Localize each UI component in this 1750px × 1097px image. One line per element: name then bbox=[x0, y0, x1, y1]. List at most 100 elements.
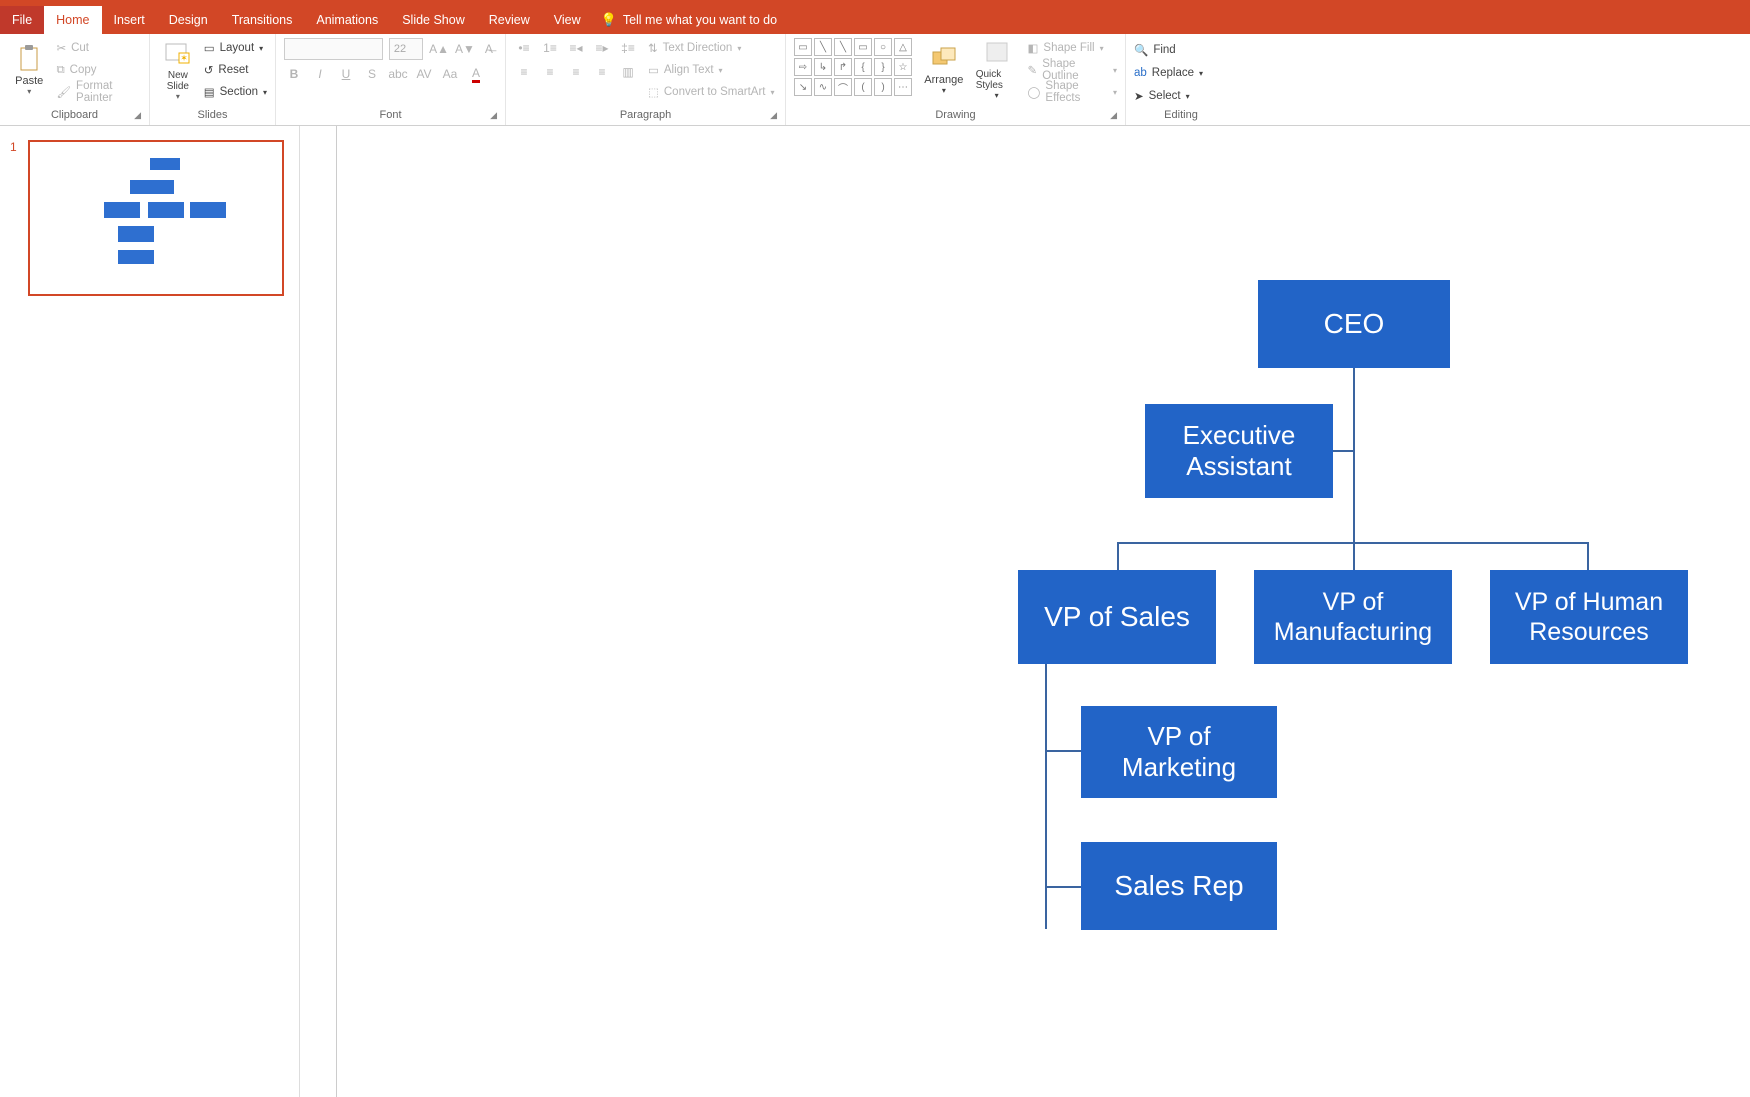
shape-gallery[interactable]: ▭╲╲▭○△ ⇨↳↱{}☆ ↘∿⌒()⋯ bbox=[794, 38, 912, 96]
italic-button[interactable]: I bbox=[310, 64, 330, 84]
convert-smartart-button[interactable]: ⬚Convert to SmartArt▾ bbox=[648, 82, 775, 102]
shape-connector-icon[interactable]: ↘ bbox=[794, 78, 812, 96]
shape-line-icon[interactable]: ╲ bbox=[834, 38, 852, 56]
tell-me-search[interactable]: 💡 Tell me what you want to do bbox=[601, 6, 777, 34]
shape-oval-icon[interactable]: ○ bbox=[874, 38, 892, 56]
node-sales-rep[interactable]: Sales Rep bbox=[1081, 842, 1277, 930]
font-family-combo[interactable] bbox=[284, 38, 383, 60]
shape-line-icon[interactable]: ╲ bbox=[814, 38, 832, 56]
tab-home[interactable]: Home bbox=[44, 6, 101, 34]
shape-fill-button[interactable]: ◧Shape Fill▾ bbox=[1028, 38, 1117, 58]
shape-rect-icon[interactable]: ▭ bbox=[854, 38, 872, 56]
node-executive-assistant[interactable]: Executive Assistant bbox=[1145, 404, 1333, 498]
section-icon: ▤ bbox=[204, 85, 215, 99]
dialog-launcher-icon[interactable]: ◢ bbox=[1110, 110, 1117, 121]
decrease-indent-button[interactable]: ≡◂ bbox=[566, 38, 586, 58]
tab-transitions[interactable]: Transitions bbox=[220, 6, 305, 34]
quick-styles-button[interactable]: Quick Styles▾ bbox=[976, 38, 1018, 100]
node-vp-marketing[interactable]: VP of Marketing bbox=[1081, 706, 1277, 798]
node-vp-sales[interactable]: VP of Sales bbox=[1018, 570, 1216, 664]
change-case-button[interactable]: Aa bbox=[440, 64, 460, 84]
slide-number: 1 bbox=[10, 140, 22, 296]
copy-button[interactable]: ⧉Copy bbox=[56, 60, 141, 80]
shape-effects-button[interactable]: ◯Shape Effects▾ bbox=[1028, 82, 1117, 102]
ribbon-tabs: File Home Insert Design Transitions Anim… bbox=[0, 6, 1750, 34]
justify-button[interactable]: ≡ bbox=[592, 62, 612, 82]
shape-bracket-icon[interactable]: ( bbox=[854, 78, 872, 96]
columns-button[interactable]: ▥ bbox=[618, 62, 638, 82]
increase-indent-button[interactable]: ≡▸ bbox=[592, 38, 612, 58]
group-clipboard: Paste ▾ ✂Cut ⧉Copy 🖌Format Painter Clipb… bbox=[0, 34, 150, 125]
shape-arrow-icon[interactable]: ⇨ bbox=[794, 58, 812, 76]
shape-triangle-icon[interactable]: △ bbox=[894, 38, 912, 56]
mini-node bbox=[118, 250, 154, 264]
mini-node bbox=[104, 202, 140, 218]
node-vp-hr[interactable]: VP of Human Resources bbox=[1490, 570, 1688, 664]
layout-button[interactable]: ▭Layout▾ bbox=[204, 38, 267, 58]
new-slide-button[interactable]: ✶ NewSlide ▾ bbox=[158, 39, 198, 101]
connector bbox=[1117, 542, 1119, 570]
shrink-font-button[interactable]: A▼ bbox=[455, 39, 475, 59]
shape-rect-icon[interactable]: ▭ bbox=[794, 38, 812, 56]
align-right-button[interactable]: ≡ bbox=[566, 62, 586, 82]
shape-connector-icon[interactable]: ↳ bbox=[814, 58, 832, 76]
align-text-button[interactable]: ▭Align Text▾ bbox=[648, 60, 775, 80]
tab-review[interactable]: Review bbox=[477, 6, 542, 34]
shape-brace-icon[interactable]: } bbox=[874, 58, 892, 76]
shape-brace-icon[interactable]: { bbox=[854, 58, 872, 76]
tab-view[interactable]: View bbox=[542, 6, 593, 34]
shadow-button[interactable]: abc bbox=[388, 64, 408, 84]
svg-text:✶: ✶ bbox=[180, 53, 188, 63]
bucket-icon: ◧ bbox=[1028, 41, 1039, 55]
shape-curve-icon[interactable]: ∿ bbox=[814, 78, 832, 96]
dialog-launcher-icon[interactable]: ◢ bbox=[134, 110, 141, 121]
arrange-button[interactable]: Arrange▾ bbox=[922, 38, 966, 100]
tab-slideshow[interactable]: Slide Show bbox=[390, 6, 477, 34]
node-vp-manufacturing[interactable]: VP of Manufacturing bbox=[1254, 570, 1452, 664]
bullets-button[interactable]: •≡ bbox=[514, 38, 534, 58]
strike-button[interactable]: S bbox=[362, 64, 382, 84]
font-color-button[interactable]: A bbox=[466, 64, 486, 84]
node-ceo[interactable]: CEO bbox=[1258, 280, 1450, 368]
underline-button[interactable]: U bbox=[336, 64, 356, 84]
char-spacing-button[interactable]: AV bbox=[414, 64, 434, 84]
slide-thumbnail-pane[interactable]: 1 bbox=[0, 126, 300, 1097]
font-size-combo[interactable]: 22 bbox=[389, 38, 423, 60]
grow-font-button[interactable]: A▲ bbox=[429, 39, 449, 59]
tab-file[interactable]: File bbox=[0, 6, 44, 34]
section-button[interactable]: ▤Section▾ bbox=[204, 82, 267, 102]
clear-formatting-button[interactable]: A̶ bbox=[481, 39, 497, 59]
text-direction-button[interactable]: ⇅Text Direction▾ bbox=[648, 38, 775, 58]
find-button[interactable]: 🔍Find bbox=[1134, 40, 1228, 60]
tab-animations[interactable]: Animations bbox=[304, 6, 390, 34]
new-slide-icon: ✶ bbox=[164, 39, 192, 67]
tab-design[interactable]: Design bbox=[157, 6, 220, 34]
shape-more-icon[interactable]: ⋯ bbox=[894, 78, 912, 96]
bold-button[interactable]: B bbox=[284, 64, 304, 84]
slide-editor[interactable]: CEO Executive Assistant VP of Sales VP o… bbox=[300, 126, 1750, 1097]
dropdown-icon: ▾ bbox=[263, 88, 267, 97]
select-button[interactable]: ➤Select▾ bbox=[1134, 86, 1228, 106]
replace-button[interactable]: abReplace▾ bbox=[1134, 63, 1228, 83]
tab-insert[interactable]: Insert bbox=[102, 6, 157, 34]
line-spacing-button[interactable]: ‡≡ bbox=[618, 38, 638, 58]
shape-connector-icon[interactable]: ↱ bbox=[834, 58, 852, 76]
paste-button[interactable]: Paste ▾ bbox=[8, 39, 50, 101]
dialog-launcher-icon[interactable]: ◢ bbox=[490, 110, 497, 121]
numbering-button[interactable]: 1≡ bbox=[540, 38, 560, 58]
shape-outline-button[interactable]: ✎Shape Outline▾ bbox=[1028, 60, 1117, 80]
connector bbox=[1587, 542, 1589, 570]
group-label: Font bbox=[379, 109, 401, 121]
align-center-button[interactable]: ≡ bbox=[540, 62, 560, 82]
shape-arc-icon[interactable]: ⌒ bbox=[834, 78, 852, 96]
format-painter-button[interactable]: 🖌Format Painter bbox=[56, 82, 141, 102]
org-chart[interactable]: CEO Executive Assistant VP of Sales VP o… bbox=[700, 186, 1750, 1086]
group-label: Paragraph bbox=[620, 109, 671, 121]
align-left-button[interactable]: ≡ bbox=[514, 62, 534, 82]
slide-thumbnail-1[interactable] bbox=[28, 140, 284, 296]
dialog-launcher-icon[interactable]: ◢ bbox=[770, 110, 777, 121]
shape-bracket-icon[interactable]: ) bbox=[874, 78, 892, 96]
cut-button[interactable]: ✂Cut bbox=[56, 38, 141, 58]
reset-button[interactable]: ↺Reset bbox=[204, 60, 267, 80]
shape-star-icon[interactable]: ☆ bbox=[894, 58, 912, 76]
